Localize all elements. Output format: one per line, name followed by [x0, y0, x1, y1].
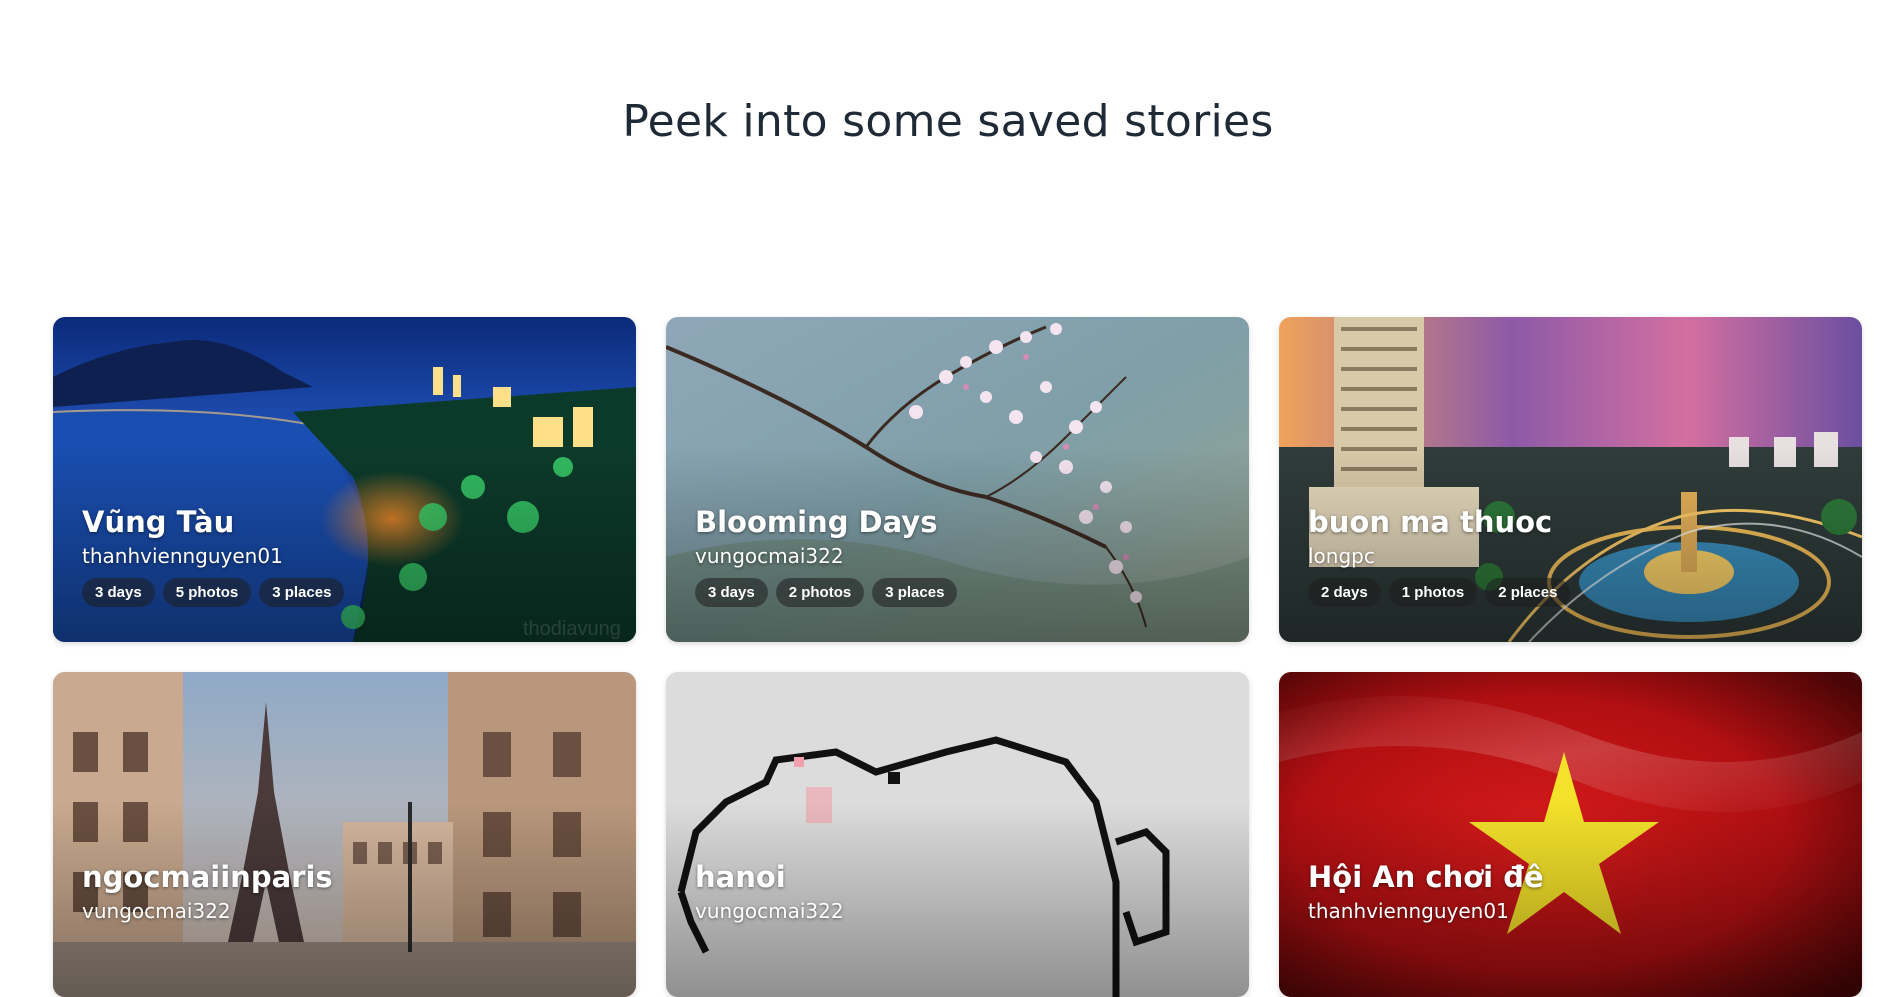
story-info: Hội An chơi đê thanhviennguyen01 [1308, 859, 1842, 925]
section-heading: Peek into some saved stories [622, 96, 1274, 147]
story-author: thanhviennguyen01 [82, 544, 283, 568]
places-badge: 3 places [872, 578, 958, 607]
story-stats: 2 days 1 photos 2 places [1308, 578, 1842, 607]
story-card-hoi-an[interactable]: Hội An chơi đê thanhviennguyen01 [1279, 672, 1862, 997]
story-title: Hội An chơi đê [1308, 860, 1544, 894]
story-author: longpc [1308, 544, 1375, 568]
story-title: ngocmaiinparis [82, 860, 333, 894]
story-stats: 3 days 5 photos 3 places [82, 578, 616, 607]
story-author: vungocmai322 [695, 899, 844, 923]
story-card-ngocmaiinparis[interactable]: ngocmaiinparis vungocmai322 [53, 672, 636, 997]
photos-badge: 1 photos [1388, 578, 1478, 607]
story-info: hanoi vungocmai322 [695, 859, 1229, 925]
days-badge: 3 days [695, 578, 768, 607]
story-author: thanhviennguyen01 [1308, 899, 1509, 923]
story-title: Blooming Days [695, 505, 938, 539]
story-author: vungocmai322 [695, 544, 844, 568]
places-badge: 2 places [1485, 578, 1571, 607]
story-info: ngocmaiinparis vungocmai322 [82, 859, 616, 925]
story-card-vung-tau[interactable]: thodiavung Vũng Tàu thanhviennguyen01 3 … [53, 317, 636, 642]
days-badge: 2 days [1308, 578, 1381, 607]
places-badge: 3 places [259, 578, 345, 607]
photos-badge: 5 photos [162, 578, 252, 607]
photos-badge: 2 photos [775, 578, 865, 607]
story-info: buon ma thuoc longpc 2 days 1 photos 2 p… [1308, 504, 1842, 607]
story-stats: 3 days 2 photos 3 places [695, 578, 1229, 607]
story-card-hanoi[interactable]: hanoi vungocmai322 [666, 672, 1249, 997]
story-title: buon ma thuoc [1308, 505, 1553, 539]
story-info: Blooming Days vungocmai322 3 days 2 phot… [695, 504, 1229, 607]
story-author: vungocmai322 [82, 899, 231, 923]
story-card-buon-ma-thuoc[interactable]: buon ma thuoc longpc 2 days 1 photos 2 p… [1279, 317, 1862, 642]
days-badge: 3 days [82, 578, 155, 607]
story-title: Vũng Tàu [82, 505, 235, 539]
story-title: hanoi [695, 860, 786, 894]
story-card-blooming-days[interactable]: Blooming Days vungocmai322 3 days 2 phot… [666, 317, 1249, 642]
story-info: Vũng Tàu thanhviennguyen01 3 days 5 phot… [82, 504, 616, 607]
